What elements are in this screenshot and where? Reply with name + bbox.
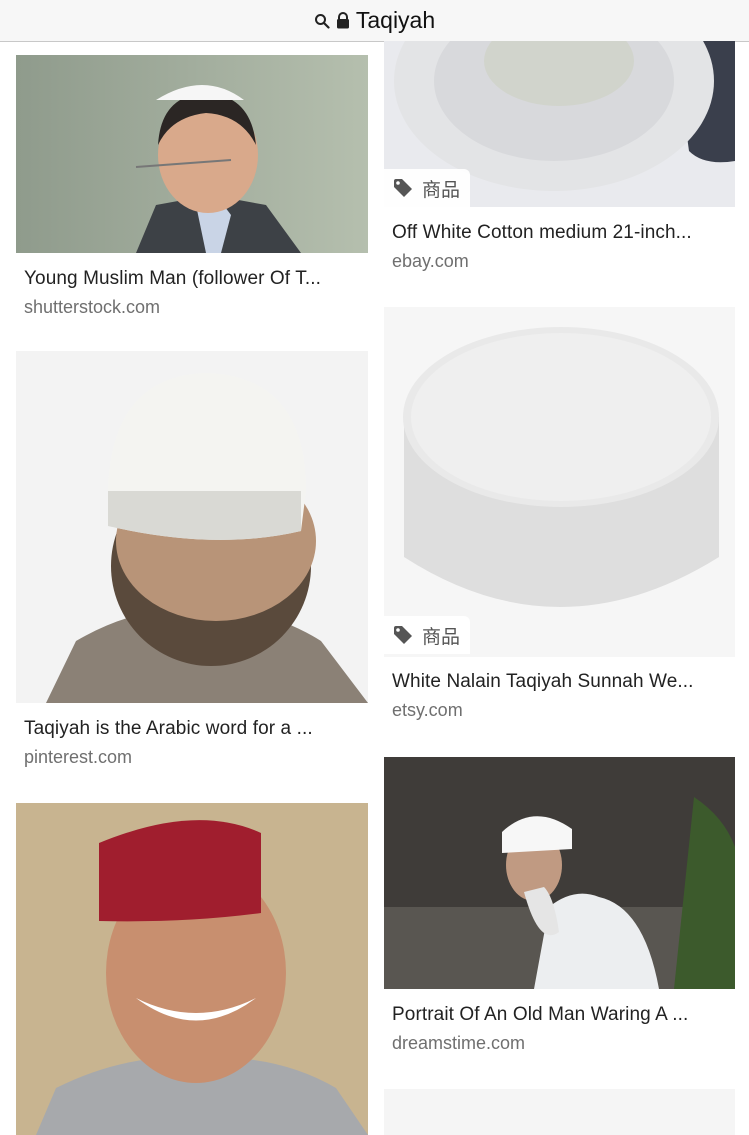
- result-title[interactable]: Taqiyah is the Arabic word for a ...: [24, 718, 364, 740]
- result-title[interactable]: White Nalain Taqiyah Sunnah We...: [392, 671, 732, 693]
- result-image[interactable]: [384, 757, 735, 989]
- result-card[interactable]: Young Muslim Man (follower Of T... shutt…: [16, 55, 368, 325]
- price-tag-icon: [394, 179, 412, 197]
- result-title[interactable]: Young Muslim Man (follower Of T...: [24, 268, 364, 290]
- address-query: Taqiyah: [355, 7, 436, 33]
- result-title[interactable]: Off White Cotton medium 21-inch...: [392, 222, 732, 244]
- result-image[interactable]: [16, 351, 368, 703]
- price-tag-icon: [394, 626, 412, 644]
- shopping-tag: 商品: [384, 169, 471, 207]
- address-bar-content[interactable]: Taqiyah: [314, 7, 435, 34]
- result-card[interactable]: [16, 803, 368, 1135]
- result-source: etsy.com: [392, 700, 463, 720]
- result-source: pinterest.com: [24, 747, 133, 767]
- result-card[interactable]: Taqiyah is the Arabic word for a ... pin…: [16, 351, 368, 776]
- result-source: shutterstock.com: [24, 297, 161, 317]
- result-image[interactable]: [384, 307, 735, 657]
- shopping-tag-label: 商品: [422, 179, 461, 201]
- shopping-tag: 商品: [384, 616, 471, 654]
- lock-icon: [336, 12, 349, 29]
- result-title[interactable]: Portrait Of An Old Man Waring A ...: [392, 1004, 732, 1026]
- result-image[interactable]: [16, 55, 368, 253]
- result-source: dreamstime.com: [392, 1033, 526, 1053]
- address-bar[interactable]: Taqiyah: [0, 0, 749, 42]
- result-card[interactable]: [384, 1089, 735, 1135]
- result-image[interactable]: [384, 1089, 735, 1135]
- result-card[interactable]: 商品 Off White Cotton medium 21-inch... eb…: [384, 41, 735, 276]
- shopping-tag-label: 商品: [422, 626, 461, 648]
- result-card[interactable]: Portrait Of An Old Man Waring A ... drea…: [384, 757, 735, 1062]
- search-icon: [314, 13, 330, 29]
- result-source: ebay.com: [392, 251, 469, 271]
- result-card[interactable]: 商品 White Nalain Taqiyah Sunnah We... ets…: [384, 307, 735, 727]
- result-image[interactable]: [16, 803, 368, 1135]
